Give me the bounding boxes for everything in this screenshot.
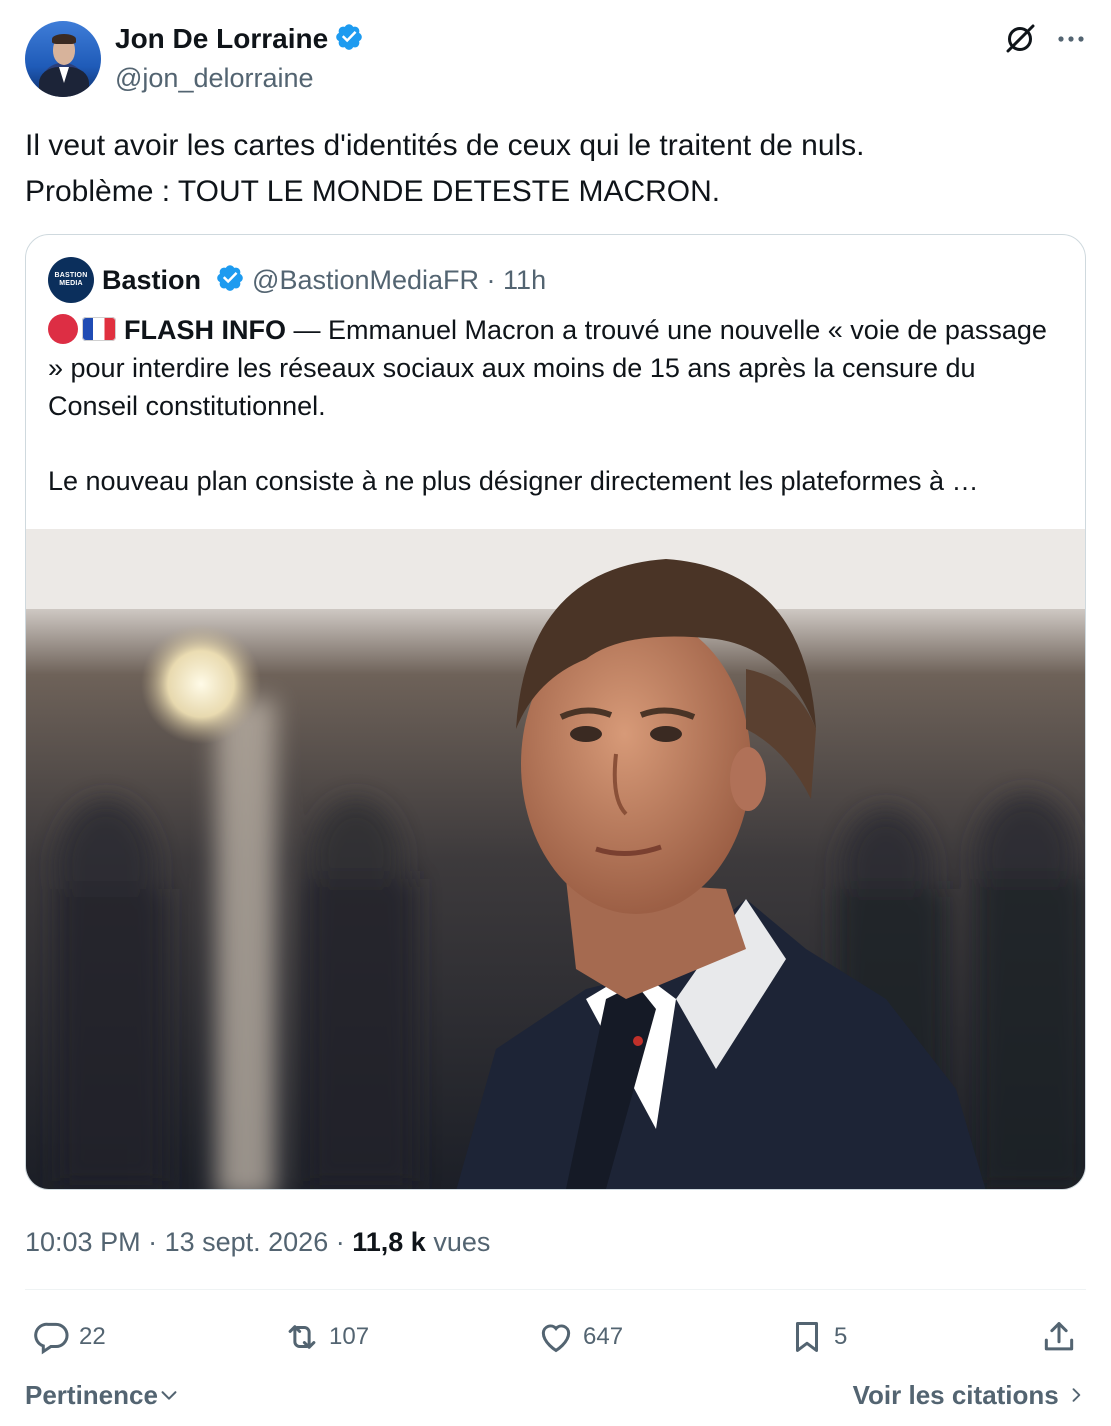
views-count: 11,8 k [352,1227,426,1257]
view-quotes-label: Voir les citations [852,1380,1059,1410]
bookmark-count: 5 [834,1323,848,1350]
divider [25,1289,1086,1290]
avatar-hair [52,34,76,44]
author-name[interactable]: Jon De Lorraine [115,23,328,54]
sort-dropdown[interactable]: Pertinence [25,1376,180,1414]
heart-icon [541,1324,571,1353]
red-circle-icon [48,314,78,344]
view-quotes-link[interactable]: Voir les citations [853,1376,1086,1414]
repost-count: 107 [329,1323,370,1350]
author-handle[interactable]: @jon_delorraine [115,60,314,96]
reply-icon [34,1322,69,1355]
author-name-row[interactable]: Jon De Lorraine [115,20,364,58]
like-count: 647 [583,1323,624,1350]
quote-verified-badge-icon [216,265,243,291]
chevron-down-icon [161,1391,177,1400]
tweet-text: Il veut avoir les cartes d'identités de … [25,129,865,208]
bookmark-button[interactable]: 5 [788,1313,847,1361]
quote-dot: · [479,265,504,295]
more-options-icon[interactable] [1056,26,1086,52]
quote-handle[interactable]: @BastionMediaFR [252,265,479,295]
repost-button[interactable]: 107 [283,1313,369,1361]
verified-badge-icon [336,24,362,50]
chevron-right-icon [1072,1388,1081,1402]
sort-label: Pertinence [25,1380,158,1410]
quote-line2: Le nouveau plan consiste à ne plus désig… [48,466,979,496]
tweet-date[interactable]: 13 sept. 2026 [165,1227,329,1257]
meta-dot-2: · [328,1227,353,1257]
quote-author-name[interactable]: Bastion [102,265,201,295]
reply-count: 22 [79,1323,106,1350]
quoted-tweet-card[interactable]: BASTION MEDIA Bastion @BastionMediaFR · … [25,234,1086,1190]
like-button[interactable]: 647 [537,1313,623,1361]
share-icon [1044,1322,1074,1351]
tweet-time[interactable]: 10:03 PM [25,1227,141,1257]
views-label: vues [433,1227,491,1257]
grok-icon[interactable] [1003,22,1037,56]
france-flag-icon [82,317,116,341]
meta-dot-1: · [140,1227,165,1257]
quote-time[interactable]: 11h [503,265,546,295]
quote-avatar[interactable]: BASTION MEDIA [48,257,94,303]
quote-header: Bastion @BastionMediaFR · 11h [102,261,546,299]
bookmark-icon [795,1322,819,1352]
tweet-meta: 10:03 PM · 13 sept. 2026 · 11,8 k vues [25,1223,490,1261]
reply-button[interactable]: 22 [33,1313,106,1361]
quote-text: FLASH INFO — Emmanuel Macron a trouvé un… [48,311,1058,500]
quote-media-image[interactable] [26,529,1086,1190]
repost-icon [288,1325,316,1349]
share-button[interactable] [1040,1313,1078,1361]
flash-info-label: FLASH INFO [124,315,286,345]
author-avatar[interactable] [25,21,101,97]
